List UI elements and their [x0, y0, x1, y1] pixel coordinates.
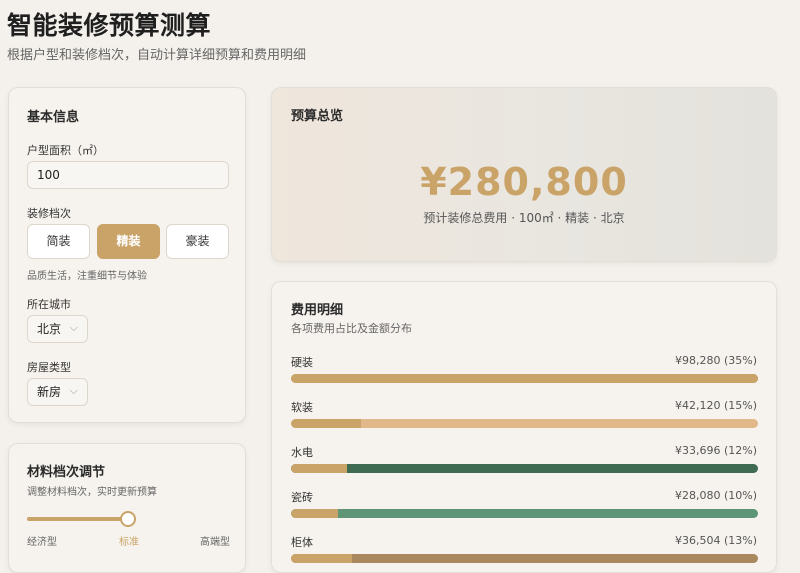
breakdown-item-value: ¥33,696 (12%) [674, 444, 757, 457]
tier-basic-button[interactable]: 简装 [27, 224, 90, 259]
tier-fine-button[interactable]: 精装 [97, 224, 160, 259]
page-title: 智能装修预算测算 [7, 11, 212, 40]
area-input[interactable]: 100 [27, 161, 229, 189]
breakdown-item-label: 柜体 [291, 536, 313, 549]
basic-info-title: 基本信息 [27, 110, 80, 125]
breakdown-item-label: 水电 [291, 446, 313, 459]
chevron-down-icon: ⌵ [69, 384, 78, 397]
slider-label-economy: 经济型 [27, 537, 57, 548]
breakdown-item-value: ¥42,120 (15%) [674, 399, 757, 412]
breakdown-progress-track [291, 509, 758, 518]
page-subtitle: 根据户型和装修档次，自动计算详细预算和费用明细 [7, 48, 307, 63]
material-slider-handle[interactable] [120, 511, 136, 527]
house-type-select[interactable]: 新房 ⌵ [27, 378, 88, 406]
breakdown-progress-fill [291, 374, 758, 383]
total-amount: ¥280,800 [420, 160, 628, 204]
tier-note: 品质生活，注重细节与体验 [27, 271, 147, 282]
breakdown-progress-track [291, 374, 758, 383]
breakdown-progress-fill [291, 419, 362, 428]
breakdown-progress-fill [291, 464, 348, 473]
breakdown-item-value: ¥98,280 (35%) [674, 354, 757, 367]
material-card: 材料档次调节 调整材料档次，实时更新预算 经济型 标准 高端型 [8, 443, 246, 573]
house-type-value: 新房 [37, 385, 62, 399]
material-title: 材料档次调节 [27, 465, 106, 480]
breakdown-item-value: ¥36,504 (13%) [674, 534, 757, 547]
breakdown-progress-track [291, 419, 758, 428]
total-description: 预计装修总费用 · 100㎡ · 精装 · 北京 [423, 211, 625, 225]
city-value: 北京 [37, 322, 62, 336]
breakdown-progress-fill [291, 554, 352, 563]
breakdown-progress-fill [291, 509, 338, 518]
breakdown-subtitle: 各项费用占比及金额分布 [291, 322, 412, 335]
house-type-label: 房屋类型 [27, 361, 71, 374]
chevron-down-icon: ⌵ [69, 321, 78, 334]
breakdown-progress-track [291, 554, 758, 563]
summary-card: 预算总览 ¥280,800 预计装修总费用 · 100㎡ · 精装 · 北京 [271, 87, 777, 262]
breakdown-title: 费用明细 [291, 303, 344, 318]
basic-info-card: 基本信息 户型面积（㎡） 100 装修档次 简装 精装 豪装 品质生活，注重细节… [8, 87, 246, 423]
breakdown-item-value: ¥28,080 (10%) [674, 489, 757, 502]
tier-label: 装修档次 [27, 207, 71, 220]
breakdown-item-label: 软装 [291, 401, 313, 414]
material-slider-track[interactable] [27, 517, 127, 521]
breakdown-item-label: 瓷砖 [291, 491, 313, 504]
city-label: 所在城市 [27, 298, 71, 311]
breakdown-item-label: 硬装 [291, 356, 313, 369]
slider-label-premium: 高端型 [200, 537, 230, 548]
breakdown-progress-track [291, 464, 758, 473]
city-select[interactable]: 北京 ⌵ [27, 315, 88, 343]
slider-label-standard: 标准 [119, 537, 139, 548]
area-label: 户型面积（㎡） [27, 144, 104, 157]
material-subtitle: 调整材料档次，实时更新预算 [27, 487, 157, 498]
breakdown-card: 费用明细 各项费用占比及金额分布 硬装 ¥98,280 (35%) 软装 ¥42,12… [271, 281, 777, 573]
summary-title: 预算总览 [291, 109, 344, 124]
tier-luxury-button[interactable]: 豪装 [166, 224, 229, 259]
